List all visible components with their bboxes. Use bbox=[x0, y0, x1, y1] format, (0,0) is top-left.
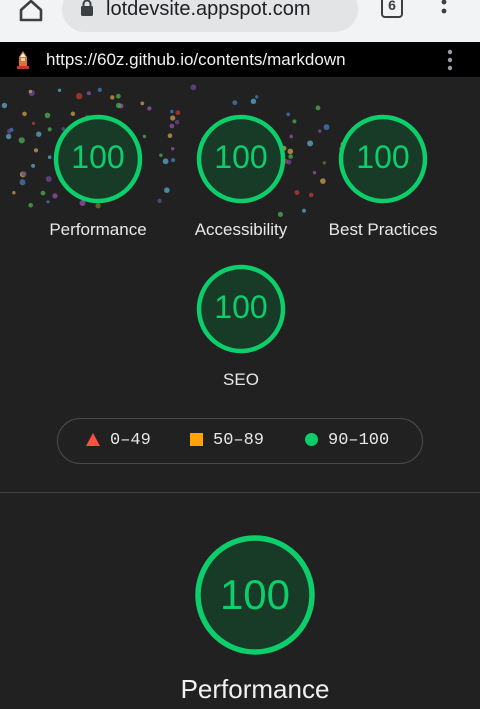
confetti-dot bbox=[28, 203, 33, 208]
confetti-dot bbox=[250, 98, 257, 104]
confetti-dot bbox=[31, 121, 36, 126]
confetti-dot bbox=[323, 124, 330, 131]
confetti-dot bbox=[322, 161, 326, 165]
confetti-dot bbox=[164, 187, 170, 193]
confetti-dot bbox=[36, 131, 42, 137]
circle-icon bbox=[305, 433, 318, 447]
confetti-dot bbox=[307, 140, 314, 147]
confetti-dot bbox=[115, 93, 121, 99]
confetti-dot bbox=[174, 120, 180, 125]
confetti-dot bbox=[308, 192, 314, 198]
confetti-dot bbox=[167, 133, 173, 138]
confetti-dot bbox=[40, 190, 46, 196]
more-vert-icon[interactable] bbox=[436, 0, 452, 22]
confetti-dot bbox=[170, 109, 174, 114]
confetti-dot bbox=[255, 95, 259, 99]
confetti-dot bbox=[28, 89, 35, 97]
confetti-dot bbox=[19, 179, 26, 186]
legend-range: 90–100 bbox=[328, 431, 390, 450]
browser-toolbar: lotdevsite.appspot.com 6 bbox=[0, 0, 480, 42]
legend-item-fail: 0–49 bbox=[86, 431, 151, 450]
confetti-dot bbox=[45, 176, 52, 182]
confetti-dot bbox=[175, 110, 181, 116]
confetti-dot bbox=[118, 103, 124, 109]
confetti-dot bbox=[157, 198, 162, 203]
gauge-label: Best Practices bbox=[328, 220, 438, 239]
confetti-dot bbox=[28, 89, 33, 94]
legend-range: 50–89 bbox=[213, 431, 265, 450]
score-value: 100 bbox=[71, 139, 125, 175]
confetti-dot bbox=[19, 171, 26, 178]
confetti-dot bbox=[171, 158, 176, 163]
confetti-dot bbox=[318, 129, 322, 133]
legend-item-pass: 90–100 bbox=[305, 431, 389, 450]
confetti-dot bbox=[232, 100, 238, 106]
confetti-dot bbox=[31, 163, 36, 168]
confetti-dot bbox=[159, 153, 163, 157]
gauge-performance-large: 100 bbox=[193, 533, 317, 657]
confetti-dot bbox=[162, 158, 169, 165]
custom-tab-bar: https://60z.github.io/contents/markdown bbox=[0, 42, 480, 77]
lock-icon bbox=[81, 0, 93, 16]
confetti-dot bbox=[294, 190, 300, 195]
confetti-dot bbox=[289, 134, 294, 139]
triangle-icon bbox=[86, 433, 100, 447]
score-value: 100 bbox=[356, 139, 410, 175]
confetti-dot bbox=[47, 155, 52, 159]
gauge-accessibility[interactable]: 100 Accessibility bbox=[195, 113, 287, 243]
confetti-dot bbox=[288, 154, 294, 159]
confetti-dot bbox=[115, 102, 122, 109]
square-icon bbox=[190, 433, 203, 447]
confetti-dot bbox=[86, 91, 91, 96]
legend-item-average: 50–89 bbox=[190, 431, 264, 450]
site-favicon-icon bbox=[17, 51, 29, 69]
confetti-dot bbox=[315, 105, 321, 111]
gauge-seo[interactable]: 100 SEO bbox=[195, 263, 287, 393]
address-bar-text: lotdevsite.appspot.com bbox=[106, 0, 311, 20]
confetti-dot bbox=[33, 148, 39, 153]
confetti-dot bbox=[76, 92, 83, 100]
confetti-dot bbox=[292, 119, 297, 124]
legend-range: 0–49 bbox=[110, 431, 151, 450]
confetti-dot bbox=[7, 129, 12, 134]
confetti-dot bbox=[190, 84, 197, 91]
confetti-dot bbox=[312, 171, 317, 175]
score-value: 100 bbox=[214, 139, 268, 175]
confetti-dot bbox=[169, 123, 175, 129]
confetti-dot bbox=[22, 111, 27, 117]
confetti-dot bbox=[320, 178, 326, 184]
gauge-best-practices[interactable]: 100 Best Practices bbox=[329, 113, 437, 243]
confetti-dot bbox=[9, 127, 14, 132]
section-divider bbox=[0, 492, 480, 493]
gauge-label: SEO bbox=[223, 370, 259, 389]
confetti-dot bbox=[171, 147, 175, 151]
home-icon[interactable] bbox=[18, 0, 44, 22]
page-url[interactable]: https://60z.github.io/contents/markdown bbox=[46, 50, 346, 70]
confetti-dot bbox=[140, 101, 145, 106]
score-value: 100 bbox=[214, 289, 268, 325]
more-vert-icon[interactable] bbox=[442, 49, 458, 71]
confetti-dot bbox=[110, 95, 115, 100]
score-legend: 0–49 50–89 90–100 bbox=[57, 418, 423, 464]
score-value: 100 bbox=[219, 571, 291, 618]
confetti-dot bbox=[302, 208, 306, 213]
confetti-dot bbox=[46, 200, 50, 204]
confetti-dot bbox=[287, 148, 294, 155]
confetti-dot bbox=[5, 133, 12, 140]
confetti-dot bbox=[97, 87, 102, 92]
address-bar[interactable]: lotdevsite.appspot.com bbox=[62, 0, 358, 32]
tab-switcher-button[interactable]: 6 bbox=[381, 0, 403, 18]
confetti-dot bbox=[21, 171, 27, 177]
confetti-dot bbox=[12, 191, 16, 195]
confetti-dot bbox=[1, 102, 8, 109]
confetti-dot bbox=[147, 106, 152, 111]
confetti-dot bbox=[18, 137, 25, 144]
gauge-performance[interactable]: 100 Performance bbox=[49, 113, 147, 243]
confetti-dot bbox=[57, 88, 62, 92]
section-title: Performance bbox=[180, 674, 330, 704]
confetti-dot bbox=[286, 159, 292, 165]
confetti-dot bbox=[170, 115, 176, 121]
confetti-dot bbox=[44, 112, 51, 119]
